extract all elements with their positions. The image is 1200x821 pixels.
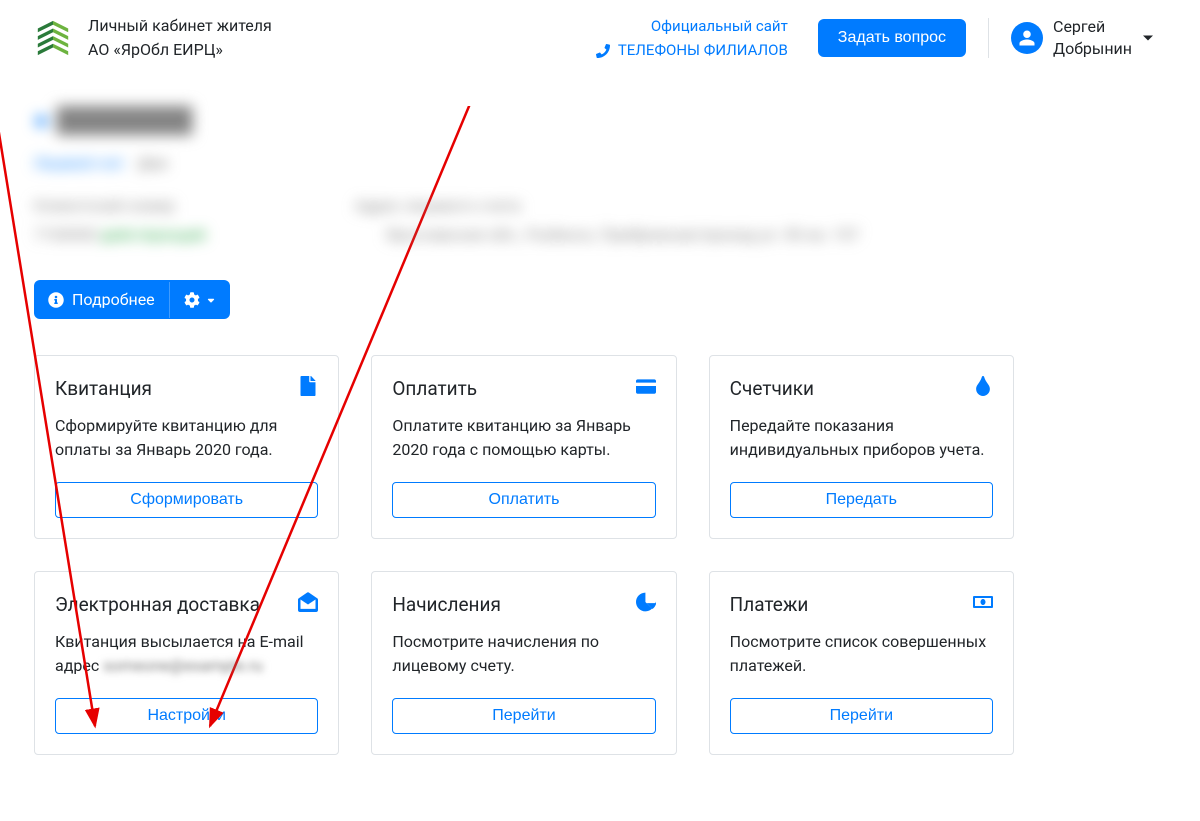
card-title: Квитанция <box>55 377 152 400</box>
avatar <box>1011 22 1043 54</box>
card-title: Начисления <box>392 593 501 616</box>
cards-grid: Квитанция Сформируйте квитанцию для опла… <box>34 355 1014 755</box>
details-dropdown-toggle[interactable] <box>169 282 230 318</box>
card-receipt: Квитанция Сформируйте квитанцию для опла… <box>34 355 339 539</box>
envelope-open-icon <box>298 592 318 616</box>
card-edelivery: Электронная доставка Квитанция высылаетс… <box>34 571 339 755</box>
chevron-down-icon <box>1142 29 1154 48</box>
card-meters: Счетчики Передайте показания индивидуаль… <box>709 355 1014 539</box>
branch-phones-link[interactable]: ТЕЛЕФОНЫ ФИЛИАЛОВ <box>596 41 787 59</box>
user-menu[interactable]: Сергей Добрынин <box>1011 16 1166 61</box>
pay-button[interactable]: Оплатить <box>392 482 655 518</box>
brand-text: Личный кабинет жителя АО «ЯрОбл ЕИРЦ» <box>88 14 272 62</box>
content: ● ████████ Лицевой счет Дом Клиентский н… <box>0 106 1200 795</box>
edelivery-settings-button[interactable]: Настройки <box>55 698 318 734</box>
header-links: Официальный сайт ТЕЛЕФОНЫ ФИЛИАЛОВ <box>596 14 801 62</box>
card-title: Платежи <box>730 593 809 616</box>
logo <box>34 19 72 57</box>
document-icon <box>298 376 318 400</box>
card-charges: Начисления Посмотрите начисления по лице… <box>371 571 676 755</box>
brand-line2: АО «ЯрОбл ЕИРЦ» <box>88 38 272 62</box>
card-desc: Оплатите квитанцию за Январь 2020 года с… <box>392 414 655 462</box>
card-desc: Посмотрите начисления по лицевому счету. <box>392 630 655 678</box>
divider <box>988 18 989 58</box>
charges-go-button[interactable]: Перейти <box>392 698 655 734</box>
chevron-down-icon <box>206 295 216 305</box>
gear-icon <box>184 292 200 308</box>
generate-receipt-button[interactable]: Сформировать <box>55 482 318 518</box>
official-site-link[interactable]: Официальный сайт <box>651 17 788 35</box>
card-desc: Квитанция высылается на E-mail адрес som… <box>55 630 318 678</box>
details-label: Подробнее <box>72 290 155 309</box>
phone-icon <box>596 44 610 58</box>
user-first-name: Сергей <box>1053 16 1132 38</box>
credit-card-icon <box>636 376 656 400</box>
info-icon <box>48 292 64 308</box>
user-name: Сергей Добрынин <box>1053 16 1132 61</box>
card-payments: Платежи Посмотрите список совершенных пл… <box>709 571 1014 755</box>
brand-line1: Личный кабинет жителя <box>88 14 272 38</box>
submit-readings-button[interactable]: Передать <box>730 482 993 518</box>
ask-question-button[interactable]: Задать вопрос <box>818 19 966 57</box>
header: Личный кабинет жителя АО «ЯрОбл ЕИРЦ» Оф… <box>0 0 1200 76</box>
pie-chart-icon <box>636 592 656 616</box>
card-title: Счетчики <box>730 377 814 400</box>
card-desc: Передайте показания индивидуальных прибо… <box>730 414 993 462</box>
user-icon <box>1018 29 1036 47</box>
branch-phones-label: ТЕЛЕФОНЫ ФИЛИАЛОВ <box>618 41 788 59</box>
card-title: Электронная доставка <box>55 593 260 616</box>
money-bill-icon <box>973 592 993 616</box>
user-last-name: Добрынин <box>1053 38 1132 60</box>
card-title: Оплатить <box>392 377 477 400</box>
droplet-icon <box>973 376 993 400</box>
card-desc: Посмотрите список совершенных платежей. <box>730 630 993 678</box>
payments-go-button[interactable]: Перейти <box>730 698 993 734</box>
account-summary-blurred: ● ████████ Лицевой счет Дом Клиентский н… <box>34 106 1166 244</box>
card-desc: Сформируйте квитанцию для оплаты за Янва… <box>55 414 318 462</box>
details-button[interactable]: Подробнее <box>34 280 230 319</box>
card-pay: Оплатить Оплатите квитанцию за Январь 20… <box>371 355 676 539</box>
